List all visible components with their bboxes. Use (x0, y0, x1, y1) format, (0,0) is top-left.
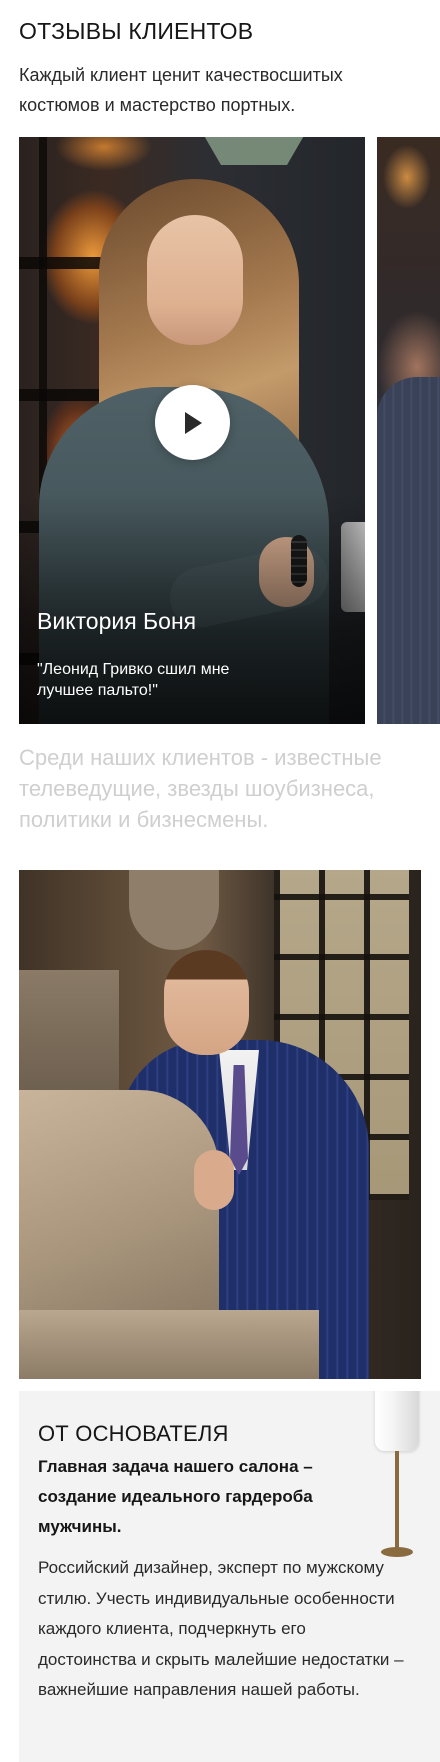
next-card-suit-image (377, 377, 440, 724)
founder-section: ОТ ОСНОВАТЕЛЯ Главная задача нашего сало… (19, 1391, 440, 1762)
mannequin-icon (363, 1391, 433, 1561)
founder-title: ОТ ОСНОВАТЕЛЯ (38, 1421, 229, 1446)
play-icon (185, 412, 202, 434)
photo-vase (129, 870, 219, 950)
photo-column (19, 970, 119, 1110)
lamp-shade (199, 137, 309, 165)
reviews-title: ОТЗЫВЫ КЛИЕНТОВ (19, 18, 254, 44)
reviewer-name: Виктория Боня (37, 608, 197, 634)
review-card-next[interactable] (377, 137, 440, 724)
reviewer-face (147, 215, 243, 345)
founder-text: Российский дизайнер, эксперт по мужскому… (38, 1558, 404, 1699)
review-card[interactable]: Виктория Боня "Леонид Гривко сшил мне лу… (19, 137, 365, 724)
stone-pedestal (19, 1310, 319, 1379)
founder-lead: Главная задача нашего салона – создание … (38, 1457, 313, 1536)
reviewer-quote: "Леонид Гривко сшил мне лучшее пальто!" (37, 661, 230, 699)
celebrities-text: Среди наших клиентов - известные телевед… (19, 745, 382, 832)
video-play-button[interactable] (155, 385, 230, 460)
founder-photo (19, 870, 421, 1379)
mannequin-torso (375, 1391, 419, 1451)
founder-hand (194, 1150, 234, 1210)
founder-head (164, 950, 249, 1055)
reviews-subtitle: Каждый клиент ценит качествосшитых костю… (19, 65, 343, 115)
page: ОТЗЫВЫ КЛИЕНТОВ Каждый клиент ценит каче… (0, 0, 440, 1762)
reviews-carousel[interactable]: Виктория Боня "Леонид Гривко сшил мне лу… (0, 137, 440, 724)
mannequin-stand (395, 1451, 399, 1551)
